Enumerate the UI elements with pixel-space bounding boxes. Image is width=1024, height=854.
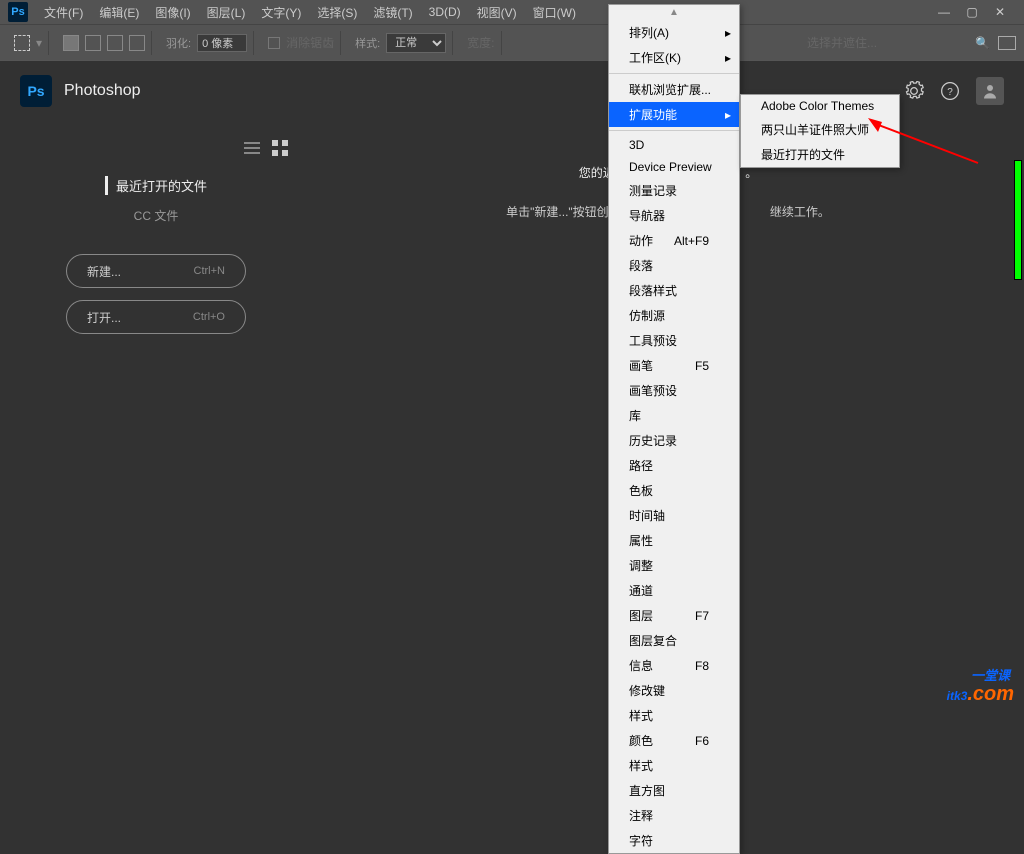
menu-type[interactable]: 文字(Y) [253,0,309,25]
menu-clone[interactable]: 仿制源 [609,303,739,328]
style-select[interactable]: 正常 [386,33,446,53]
help-icon[interactable]: ? [940,81,960,101]
menu-arrange[interactable]: 排列(A) [609,20,739,45]
menu-histogram[interactable]: 直方图 [609,778,739,803]
svg-text:?: ? [947,87,953,98]
menu-actions[interactable]: 动作Alt+F9 [609,228,739,253]
ps-home-logo-icon: Ps [20,75,52,107]
home-body: 最近打开的文件 CC 文件 新建... Ctrl+N 打开... Ctrl+O … [0,120,1024,716]
menu-browse-ext[interactable]: 联机浏览扩展... [609,77,739,102]
menu-modifier[interactable]: 修改键 [609,678,739,703]
maximize-icon[interactable]: ▢ [964,4,980,20]
audio-meter [1014,160,1022,280]
menu-edit[interactable]: 编辑(E) [91,0,147,25]
new-button[interactable]: 新建... Ctrl+N [66,254,246,288]
app-title: Photoshop [64,82,141,100]
search-icon[interactable]: 🔍 [975,36,990,50]
menu-paragraph[interactable]: 段落 [609,253,739,278]
menu-libraries[interactable]: 库 [609,403,739,428]
menu-workspace[interactable]: 工作区(K) [609,45,739,70]
home-sidebar: 最近打开的文件 CC 文件 新建... Ctrl+N 打开... Ctrl+O [0,120,312,716]
ext-goat-id[interactable]: 两只山羊证件照大师 [741,117,899,142]
account-icon[interactable] [976,77,1004,105]
menu-file[interactable]: 文件(F) [36,0,91,25]
feather-input[interactable] [197,34,247,52]
menu-brush[interactable]: 画笔F5 [609,353,739,378]
subtract-selection-icon[interactable] [107,35,123,51]
ext-adobe-color[interactable]: Adobe Color Themes [741,95,899,117]
list-view-icon[interactable] [244,140,260,156]
menu-navigator[interactable]: 导航器 [609,203,739,228]
open-button-label: 打开... [87,309,121,326]
menu-channels[interactable]: 通道 [609,578,739,603]
menu-select[interactable]: 选择(S) [309,0,365,25]
scroll-up-icon[interactable]: ▲ [609,5,739,20]
menu-layers[interactable]: 图层F7 [609,603,739,628]
extensions-submenu: Adobe Color Themes 两只山羊证件照大师 最近打开的文件 [740,94,900,168]
grid-view-icon[interactable] [272,140,288,156]
menu-brush-presets[interactable]: 画笔预设 [609,378,739,403]
watermark: itk3.com 一堂课 [947,671,1014,708]
new-selection-icon[interactable] [63,35,79,51]
menu-timeline[interactable]: 时间轴 [609,503,739,528]
open-shortcut: Ctrl+O [193,311,225,323]
recent-files-label[interactable]: 最近打开的文件 [105,176,207,195]
ext-recent[interactable]: 最近打开的文件 [741,142,899,167]
close-icon[interactable]: ✕ [992,4,1008,20]
intersect-selection-icon[interactable] [129,35,145,51]
width-label: 宽度: [467,34,494,51]
menu-filter[interactable]: 滤镜(T) [365,0,420,25]
select-mask-label: 选择并遮住... [807,34,877,51]
selection-mode-group [57,31,152,55]
menu-para-styles[interactable]: 段落样式 [609,278,739,303]
new-shortcut: Ctrl+N [194,265,225,277]
open-button[interactable]: 打开... Ctrl+O [66,300,246,334]
menu-info[interactable]: 信息F8 [609,653,739,678]
menu-device-preview[interactable]: Device Preview [609,156,739,178]
window-menu-dropdown: ▲ 排列(A) 工作区(K) 联机浏览扩展... 扩展功能 3D Device … [608,4,740,854]
menu-character[interactable]: 字符 [609,828,739,853]
menu-measure[interactable]: 测量记录 [609,178,739,203]
options-toolbar: ▾ 羽化: 消除锯齿 样式: 正常 宽度: 选择并遮住... 🔍 [0,24,1024,60]
workspace-icon[interactable] [998,36,1016,50]
add-selection-icon[interactable] [85,35,101,51]
antialias-label: 消除锯齿 [286,34,334,51]
marquee-tool-icon[interactable] [14,35,30,51]
menu-image[interactable]: 图像(I) [147,0,198,25]
menu-properties[interactable]: 属性 [609,528,739,553]
menu-paths[interactable]: 路径 [609,453,739,478]
menu-layer-comps[interactable]: 图层复合 [609,628,739,653]
style-label: 样式: [355,35,380,51]
menubar: Ps 文件(F) 编辑(E) 图像(I) 图层(L) 文字(Y) 选择(S) 滤… [0,0,1024,24]
menu-layer[interactable]: 图层(L) [199,0,254,25]
menu-extensions[interactable]: 扩展功能 [609,102,739,127]
cc-files-label[interactable]: CC 文件 [134,207,179,224]
gear-icon[interactable] [904,81,924,101]
minimize-icon[interactable]: — [936,4,952,20]
ps-logo-icon: Ps [8,2,28,22]
menu-3d[interactable]: 3D(D) [421,1,469,23]
menu-swatches[interactable]: 色板 [609,478,739,503]
feather-label: 羽化: [166,35,191,51]
menu-3d-panel[interactable]: 3D [609,134,739,156]
menu-glyphs[interactable]: 样式 [609,753,739,778]
menu-tool-presets[interactable]: 工具预设 [609,328,739,353]
new-button-label: 新建... [87,263,121,280]
menu-adjustments[interactable]: 调整 [609,553,739,578]
antialias-checkbox [268,37,280,49]
menu-notes[interactable]: 注释 [609,803,739,828]
menu-view[interactable]: 视图(V) [469,0,525,25]
menu-color[interactable]: 颜色F6 [609,728,739,753]
window-controls: — ▢ ✕ [928,4,1016,20]
menu-window[interactable]: 窗口(W) [525,0,584,25]
menu-history[interactable]: 历史记录 [609,428,739,453]
